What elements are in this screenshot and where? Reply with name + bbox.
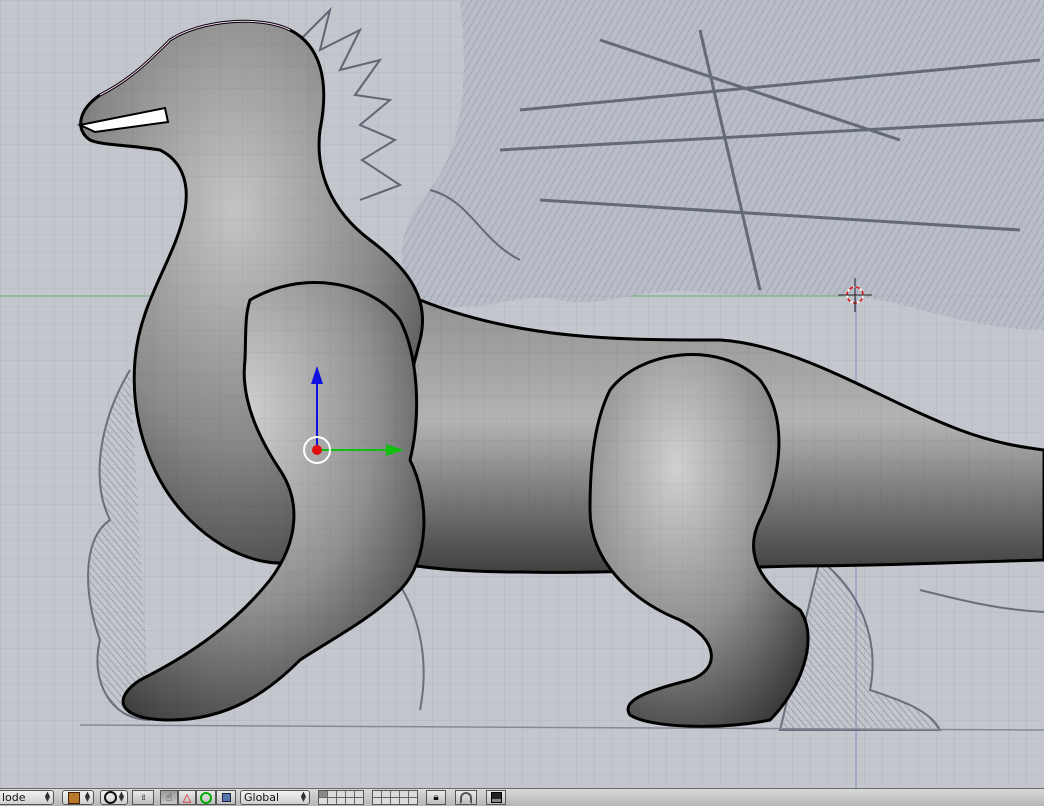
mode-selector[interactable]: lode ▲ ▼: [0, 790, 54, 805]
3d-viewport[interactable]: [0, 0, 1044, 788]
rotate-circle-icon: [200, 791, 212, 804]
viewport-header-toolbar: lode ▲ ▼ ▲ ▼ ▲ ▼ ⁞⁞ ☝ △ Global ▲ ▼ 🔒︎: [0, 788, 1044, 806]
translate-toggle[interactable]: △: [178, 790, 196, 805]
scale-square-icon: [221, 793, 231, 802]
manipulator-toggle[interactable]: ☝: [160, 790, 178, 805]
viewport-shading-selector[interactable]: ▲ ▼: [62, 790, 94, 805]
snap-button[interactable]: [455, 790, 477, 805]
viewport-canvas[interactable]: [0, 0, 1044, 788]
lock-icon: 🔒︎: [433, 792, 439, 803]
transform-orientation-selector[interactable]: Global ▲ ▼: [240, 790, 310, 805]
updown-arrows-icon: ▲ ▼: [84, 790, 91, 803]
rotate-toggle[interactable]: [196, 790, 216, 805]
hand-manipulator-icon: ☝: [165, 791, 173, 804]
translate-triangle-icon: △: [182, 791, 192, 804]
render-image-icon: [490, 792, 502, 803]
orientation-label: Global: [244, 791, 280, 804]
scale-toggle[interactable]: [216, 790, 236, 805]
mode-label: lode: [2, 791, 26, 804]
dots-grid-icon: ⁞⁞: [141, 793, 145, 802]
pivot-point-icon: [103, 791, 117, 804]
snap-grid-button[interactable]: ⁞⁞: [132, 790, 154, 805]
pivot-selector[interactable]: ▲ ▼: [100, 790, 128, 805]
layer-buttons-group-1[interactable]: [318, 790, 364, 805]
object-origin-icon: [312, 445, 322, 455]
updown-arrows-icon: ▲ ▼: [44, 790, 51, 803]
cube-shading-icon: [68, 791, 80, 804]
magnet-icon: [460, 791, 472, 804]
updown-arrows-icon: ▲ ▼: [118, 790, 125, 803]
lock-layers-button[interactable]: 🔒︎: [426, 790, 446, 805]
render-button[interactable]: [486, 790, 506, 805]
updown-arrows-icon: ▲ ▼: [300, 790, 307, 803]
layer-buttons-group-2[interactable]: [372, 790, 418, 805]
